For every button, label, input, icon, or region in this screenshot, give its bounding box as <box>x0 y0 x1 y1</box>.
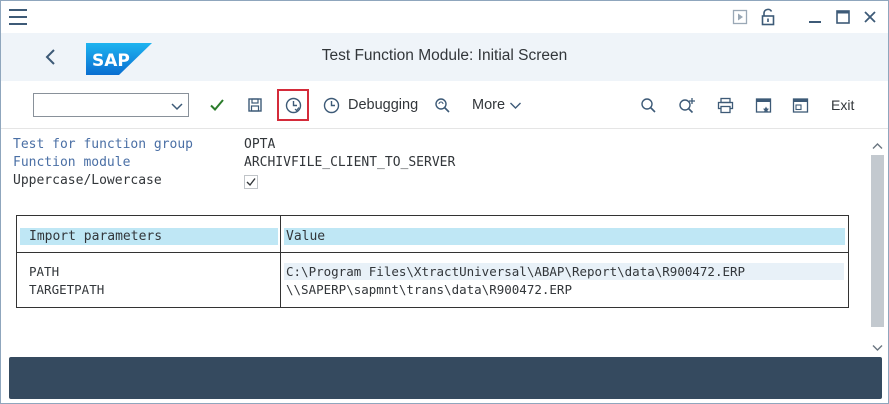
new-window-button[interactable] <box>755 93 772 117</box>
column-divider <box>280 216 281 307</box>
window-layout-icon <box>792 97 809 114</box>
layout-button[interactable] <box>792 93 809 117</box>
value-header: Value <box>284 228 845 245</box>
header-divider <box>17 252 848 253</box>
enter-button[interactable] <box>209 93 225 117</box>
case-label: Uppercase/Lowercase <box>13 173 162 188</box>
vertical-scrollbar[interactable] <box>867 129 888 353</box>
command-input[interactable] <box>34 94 162 116</box>
clock-debug-icon <box>323 97 340 114</box>
search-icon <box>640 97 657 114</box>
printer-icon <box>717 97 734 114</box>
search-refresh-button[interactable] <box>434 93 451 117</box>
chevron-down-icon[interactable] <box>170 98 184 112</box>
sap-gui-window: SAP Test Function Module: Initial Screen <box>0 0 889 404</box>
window-title-bar <box>1 1 888 33</box>
maximize-icon[interactable] <box>833 8 853 26</box>
parameters-table: Import parameters Value PATH TARGETPATH … <box>16 215 849 308</box>
param-name-path: PATH <box>29 264 60 279</box>
page-title: Test Function Module: Initial Screen <box>321 47 568 64</box>
debugging-button[interactable]: Debugging <box>323 93 418 117</box>
save-button[interactable] <box>247 93 263 117</box>
scroll-up-icon[interactable] <box>872 135 883 154</box>
function-module-label: Function module <box>13 155 131 170</box>
function-module-row: Function module ARCHIVFILE_CLIENT_TO_SER… <box>13 155 455 173</box>
param-name-targetpath: TARGETPATH <box>29 282 105 297</box>
execute-button[interactable] <box>285 93 302 117</box>
checkmark-icon <box>246 178 256 187</box>
exit-button[interactable]: Exit <box>831 93 854 117</box>
scroll-thumb[interactable] <box>871 155 884 327</box>
close-icon[interactable] <box>860 8 880 26</box>
command-field[interactable] <box>33 93 189 117</box>
minimize-icon[interactable] <box>805 8 825 26</box>
magnify-refresh-icon <box>434 97 451 114</box>
param-value-path[interactable]: C:\Program Files\XtractUniversal\ABAP\Re… <box>284 263 844 280</box>
function-group-row: Test for function group OPTA <box>13 137 275 155</box>
shell-header: SAP Test Function Module: Initial Screen <box>1 33 888 81</box>
case-row: Uppercase/Lowercase <box>13 173 258 191</box>
hamburger-menu-icon[interactable] <box>9 9 27 25</box>
debugging-label: Debugging <box>348 97 419 113</box>
print-button[interactable] <box>717 93 734 117</box>
more-menu-button[interactable]: More <box>472 93 522 117</box>
window-star-icon <box>755 97 772 114</box>
main-content: Test for function group OPTA Function mo… <box>1 129 867 353</box>
more-label: More <box>472 97 506 113</box>
import-parameters-header: Import parameters <box>20 228 278 245</box>
checkmark-icon <box>209 97 225 113</box>
unlock-icon[interactable] <box>758 8 778 26</box>
scroll-down-icon[interactable] <box>872 337 883 356</box>
find-next-button[interactable] <box>678 93 696 117</box>
function-group-value[interactable]: OPTA <box>244 137 275 155</box>
function-group-label: Test for function group <box>13 137 194 152</box>
application-toolbar: Debugging More Exit <box>1 81 888 129</box>
search-plus-icon <box>678 97 696 114</box>
play-icon[interactable] <box>730 8 750 26</box>
status-bar <box>9 357 882 399</box>
uppercase-lowercase-checkbox[interactable] <box>244 175 258 189</box>
clock-execute-icon <box>285 97 302 114</box>
chevron-down-icon <box>509 99 522 112</box>
save-icon <box>247 97 263 113</box>
exit-label: Exit <box>831 97 855 113</box>
find-button[interactable] <box>640 93 657 117</box>
function-module-value[interactable]: ARCHIVFILE_CLIENT_TO_SERVER <box>244 155 455 173</box>
param-value-targetpath[interactable]: \\SAPERP\sapmnt\trans\data\R900472.ERP <box>284 281 844 298</box>
